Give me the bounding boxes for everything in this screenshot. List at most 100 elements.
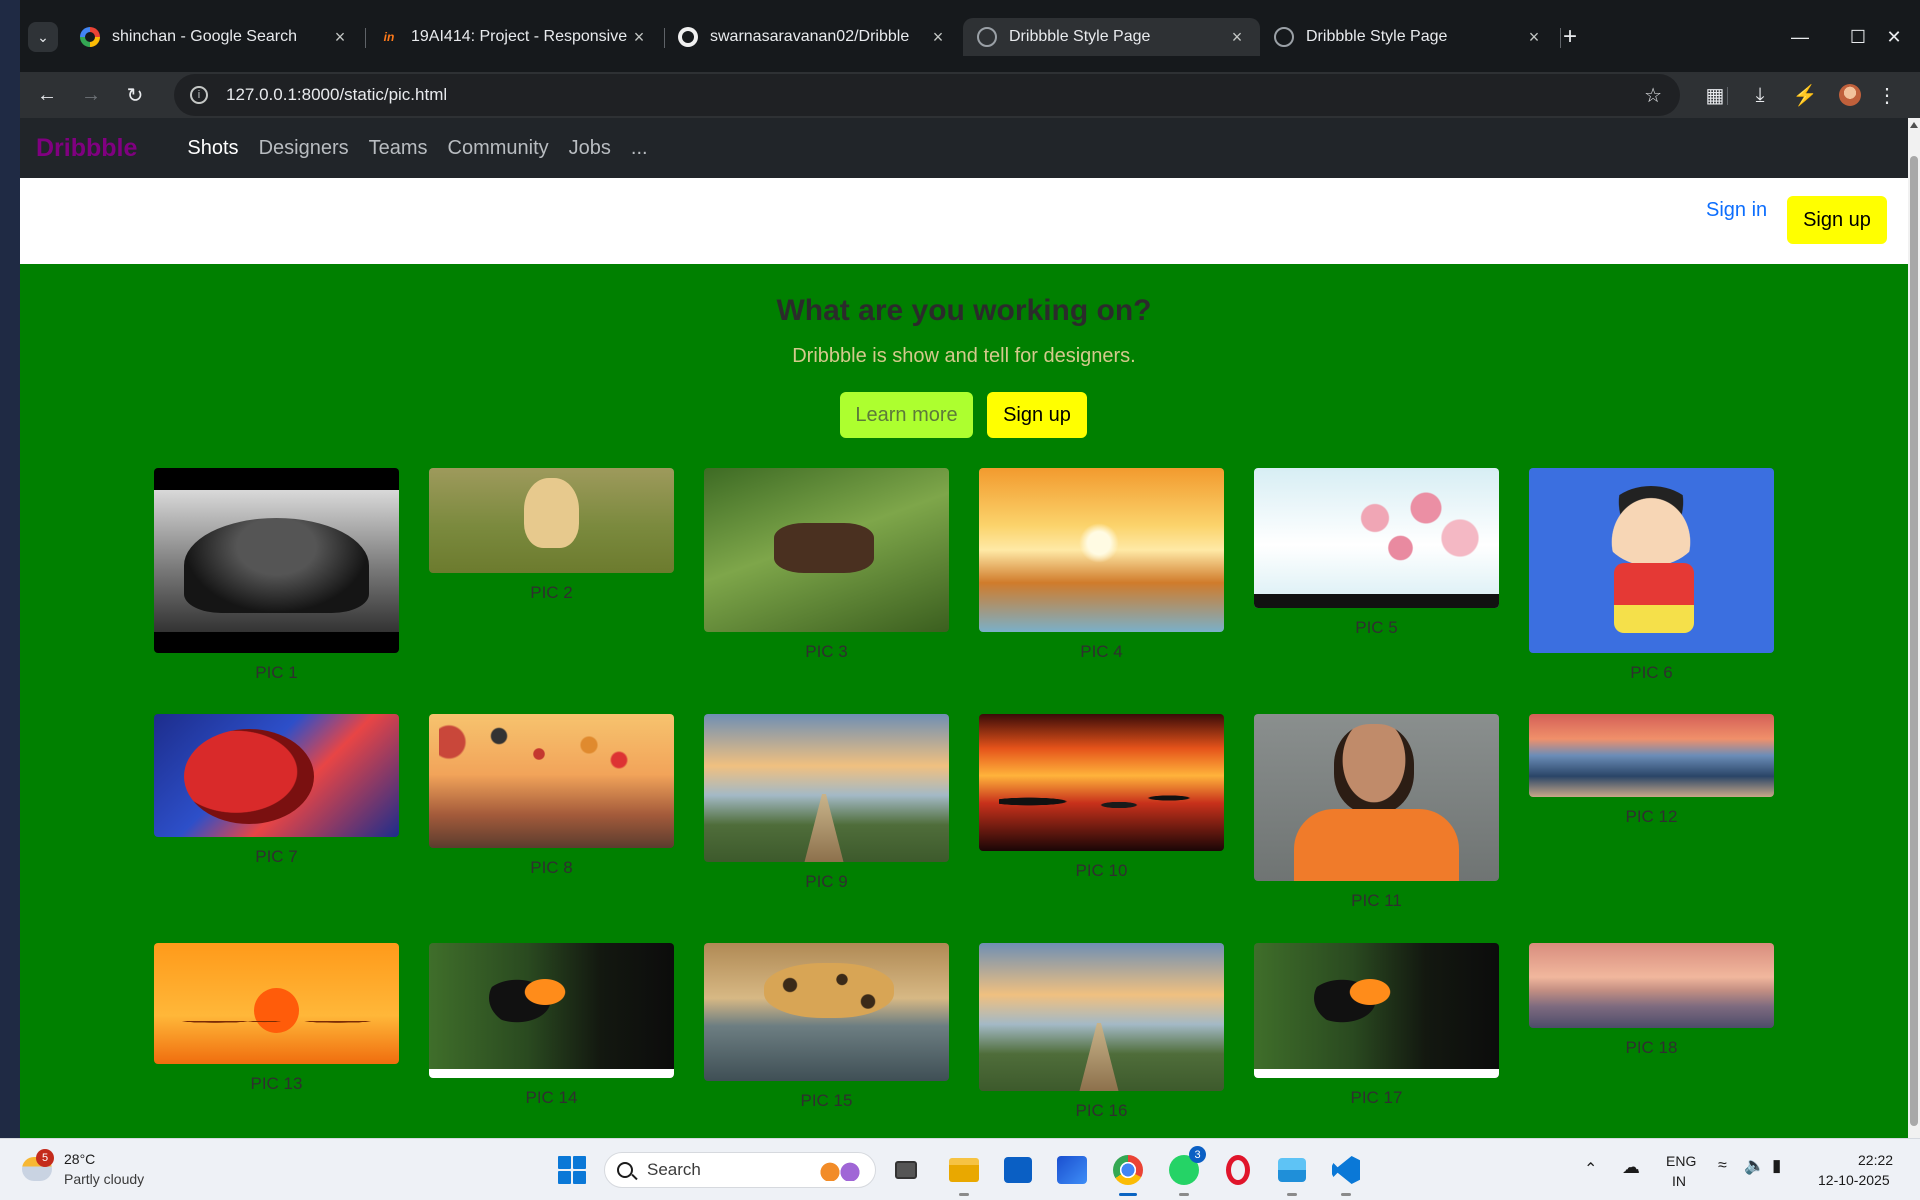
tab-project[interactable]: in 19AI414: Project - Responsive W × bbox=[365, 18, 662, 56]
spiderman-image[interactable] bbox=[154, 714, 399, 837]
photo-caption: PIC 11 bbox=[1351, 891, 1402, 910]
chrome-app[interactable] bbox=[1110, 1152, 1146, 1196]
tab-search-button[interactable]: ⌄ bbox=[28, 22, 58, 52]
mountain-path-image[interactable] bbox=[979, 943, 1224, 1091]
tab-title: shinchan - Google Search bbox=[112, 28, 297, 45]
photo-card[interactable]: PIC 4 bbox=[979, 468, 1224, 662]
whatsapp-app[interactable]: 3 bbox=[1166, 1146, 1206, 1196]
elephants-image[interactable] bbox=[154, 943, 399, 1064]
photo-card[interactable]: PIC 13 bbox=[154, 943, 399, 1094]
photos-app[interactable] bbox=[1274, 1152, 1310, 1196]
chevron-down-icon: ⌄ bbox=[37, 28, 49, 45]
new-tab-button[interactable]: + bbox=[1555, 22, 1585, 52]
cricketer-image[interactable] bbox=[1254, 714, 1499, 881]
wifi-icon[interactable]: ≈ bbox=[1718, 1157, 1727, 1175]
photo-card[interactable]: PIC 7 bbox=[154, 714, 399, 867]
back-button[interactable]: ← bbox=[32, 80, 62, 110]
menu-button[interactable]: ⋮ bbox=[1872, 80, 1902, 110]
running-indicator bbox=[1119, 1193, 1137, 1196]
photo-card[interactable]: PIC 14 bbox=[429, 943, 674, 1108]
photo-card[interactable]: PIC 18 bbox=[1529, 943, 1774, 1058]
photo-card[interactable]: PIC 6 bbox=[1529, 468, 1774, 683]
photo-card[interactable]: PIC 17 bbox=[1254, 943, 1499, 1108]
task-view-button[interactable] bbox=[888, 1152, 924, 1188]
photo-card[interactable]: PIC 5 bbox=[1254, 468, 1499, 638]
calm-sea-image[interactable] bbox=[1529, 943, 1774, 1028]
leopard-image[interactable] bbox=[704, 943, 949, 1081]
maximize-button[interactable]: ☐ bbox=[1838, 22, 1878, 52]
car-image[interactable] bbox=[154, 468, 399, 653]
close-window-button[interactable]: ✕ bbox=[1874, 22, 1914, 52]
search-label: Search bbox=[647, 1160, 701, 1179]
photo-card[interactable]: PIC 16 bbox=[979, 943, 1224, 1121]
opera-app[interactable] bbox=[1220, 1152, 1256, 1188]
tab-dribbble-active[interactable]: Dribbble Style Page × bbox=[963, 18, 1260, 56]
photo-card[interactable]: PIC 11 bbox=[1254, 714, 1499, 911]
minimize-button[interactable]: — bbox=[1780, 22, 1820, 52]
clock-date[interactable]: 12-10-2025 bbox=[1818, 1172, 1890, 1188]
microsoft-store-app[interactable] bbox=[1000, 1152, 1036, 1188]
photo-card[interactable]: PIC 8 bbox=[429, 714, 674, 878]
language-indicator-bottom[interactable]: IN bbox=[1672, 1173, 1686, 1189]
page-scrollbar[interactable] bbox=[1908, 118, 1920, 1138]
photo-card[interactable]: PIC 3 bbox=[704, 468, 949, 662]
balloons-image[interactable] bbox=[429, 714, 674, 848]
extensions-button[interactable]: ▦ bbox=[1700, 80, 1730, 110]
photo-card[interactable]: PIC 1 bbox=[154, 468, 399, 683]
site-info-icon[interactable]: i bbox=[190, 86, 208, 104]
close-icon[interactable]: × bbox=[1228, 27, 1246, 48]
start-button[interactable] bbox=[554, 1152, 590, 1188]
performance-button[interactable]: ⚡ bbox=[1790, 80, 1820, 110]
vpn-app[interactable] bbox=[1054, 1152, 1090, 1188]
scroll-up-icon[interactable] bbox=[1910, 122, 1918, 128]
close-icon[interactable]: × bbox=[331, 27, 349, 48]
store-icon bbox=[1004, 1157, 1032, 1183]
clock-time[interactable]: 22:22 bbox=[1858, 1152, 1893, 1168]
arrow-left-icon: ← bbox=[37, 83, 57, 106]
taskbar-search[interactable]: Search bbox=[604, 1152, 876, 1188]
autumn-lake-image[interactable] bbox=[979, 468, 1224, 632]
tab-google-search[interactable]: shinchan - Google Search × bbox=[66, 18, 363, 56]
red-sea-image[interactable] bbox=[979, 714, 1224, 851]
forward-button[interactable]: → bbox=[76, 80, 106, 110]
vscode-app[interactable] bbox=[1328, 1152, 1364, 1196]
photo-card[interactable]: PIC 15 bbox=[704, 943, 949, 1111]
star-icon[interactable]: ☆ bbox=[1644, 83, 1662, 108]
downloads-button[interactable]: ⤓ bbox=[1745, 80, 1775, 110]
photo-caption: PIC 2 bbox=[530, 583, 573, 602]
tab-dribbble[interactable]: Dribbble Style Page × bbox=[1260, 18, 1557, 56]
volume-icon[interactable]: 🔈 bbox=[1744, 1156, 1765, 1176]
shinchan-image[interactable] bbox=[1529, 468, 1774, 653]
url-text[interactable]: 127.0.0.1:8000/static/pic.html bbox=[226, 85, 447, 105]
windows-taskbar: 5 28°C Partly cloudy Search 3 ⌃ ☁ ENG IN… bbox=[0, 1138, 1920, 1200]
weather-desc: Partly cloudy bbox=[64, 1171, 145, 1187]
photo-card[interactable]: PIC 12 bbox=[1529, 714, 1774, 827]
close-icon[interactable]: × bbox=[929, 27, 947, 48]
photo-gallery: PIC 1 PIC 2 PIC 3 PIC 4 PIC 5 PIC 6 PIC … bbox=[20, 118, 1908, 1138]
mountain-path-image[interactable] bbox=[704, 714, 949, 862]
beach-image[interactable] bbox=[1529, 714, 1774, 797]
toucan-image[interactable] bbox=[1254, 943, 1499, 1078]
address-bar[interactable]: i 127.0.0.1:8000/static/pic.html ☆ bbox=[174, 74, 1680, 116]
github-icon bbox=[678, 27, 698, 47]
photo-card[interactable]: PIC 10 bbox=[979, 714, 1224, 881]
cloud-sync-off-icon[interactable]: ☁ bbox=[1622, 1157, 1640, 1178]
profile-button[interactable] bbox=[1835, 80, 1865, 110]
weather-widget[interactable]: 5 28°C Partly cloudy bbox=[22, 1149, 182, 1191]
scrollbar-thumb[interactable] bbox=[1910, 156, 1918, 1126]
okapi-image[interactable] bbox=[704, 468, 949, 632]
battery-icon[interactable]: ▮ bbox=[1772, 1156, 1781, 1176]
chevron-up-icon[interactable]: ⌃ bbox=[1584, 1159, 1597, 1179]
toucan-image[interactable] bbox=[429, 943, 674, 1078]
file-explorer-app[interactable] bbox=[946, 1152, 982, 1196]
tab-github[interactable]: swarnasaravanan02/Dribble × bbox=[664, 18, 961, 56]
close-icon[interactable]: × bbox=[630, 27, 648, 48]
close-icon[interactable]: × bbox=[1525, 27, 1543, 48]
cherry-blossom-image[interactable] bbox=[1254, 468, 1499, 608]
chrome-icon bbox=[1113, 1155, 1143, 1185]
photo-card[interactable]: PIC 9 bbox=[704, 714, 949, 892]
language-indicator-top[interactable]: ENG bbox=[1666, 1153, 1696, 1169]
photo-card[interactable]: PIC 2 bbox=[429, 468, 674, 603]
dog-image[interactable] bbox=[429, 468, 674, 573]
reload-button[interactable]: ↻ bbox=[120, 80, 150, 110]
